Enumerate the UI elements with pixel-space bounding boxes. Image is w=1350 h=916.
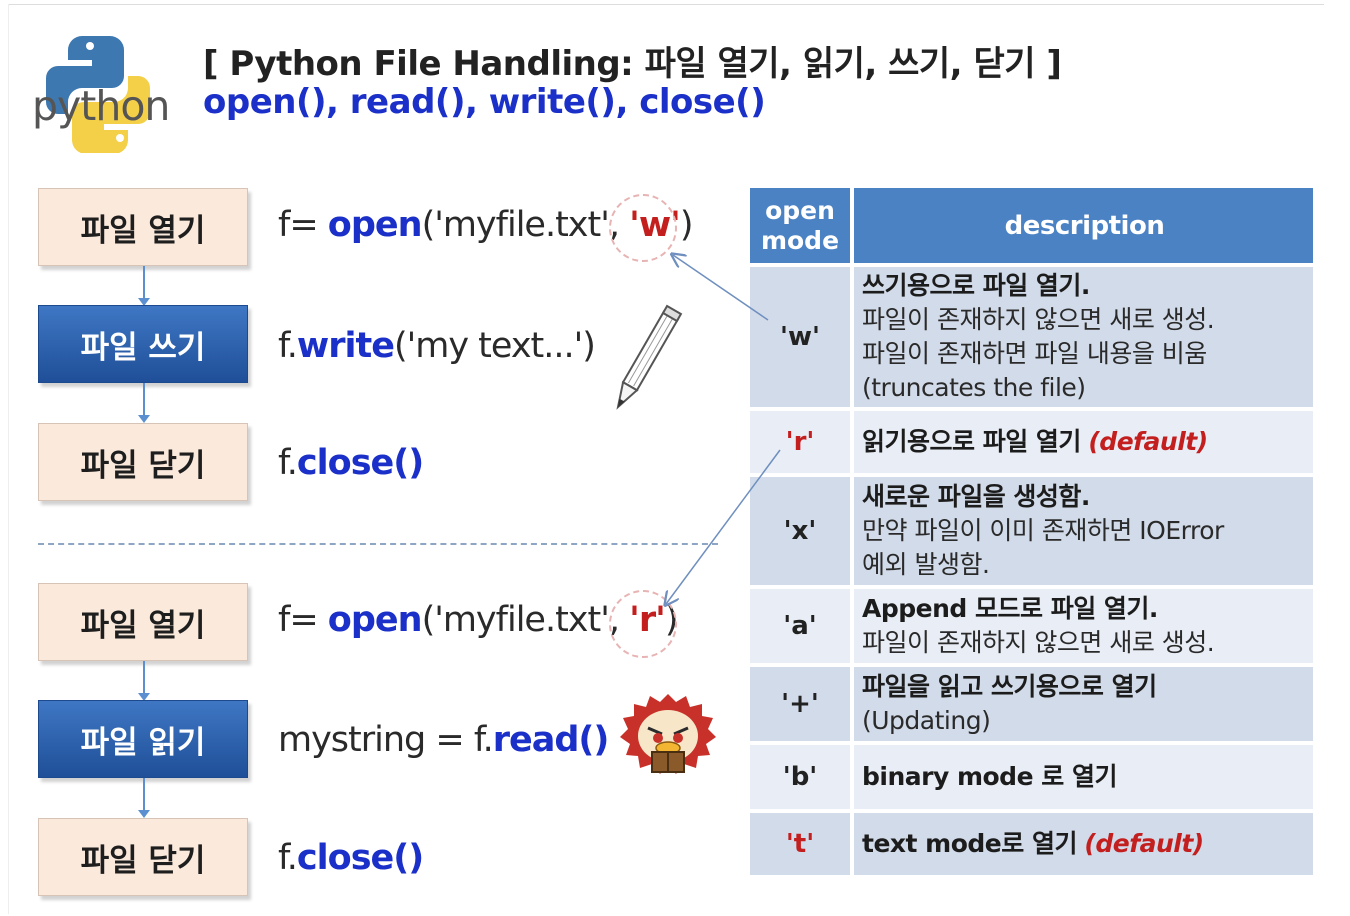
arrow-r-to-open [666, 449, 781, 604]
arrow-w-to-open [673, 255, 769, 321]
annotation-arrows [0, 0, 781, 916]
